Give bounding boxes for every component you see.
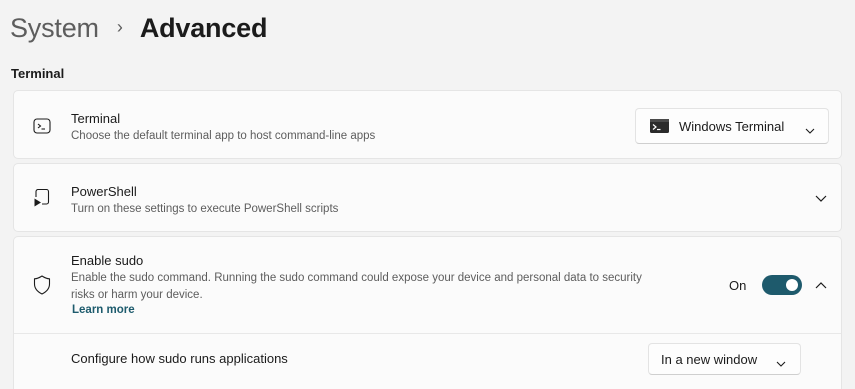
sudo-mode-label: Configure how sudo runs applications (71, 351, 288, 366)
terminal-app-dropdown[interactable]: Windows Terminal (635, 108, 829, 144)
sudo-toggle-label: On (729, 278, 747, 293)
sudo-description-line2: risks or harm your device. (71, 289, 203, 301)
sudo-mode-value: In a new window (661, 352, 758, 367)
breadcrumb-system-link[interactable]: System (10, 13, 99, 44)
learn-more-link[interactable]: Learn more (72, 304, 135, 316)
terminal-icon (31, 115, 53, 137)
windows-terminal-icon (650, 119, 669, 133)
powershell-setting-card[interactable]: PowerShell Turn on these settings to exe… (13, 163, 842, 232)
sudo-mode-dropdown[interactable]: In a new window (648, 343, 801, 375)
sudo-setting-card: Enable sudo Enable the sudo command. Run… (13, 236, 842, 389)
terminal-setting-card: Terminal Choose the default terminal app… (13, 90, 842, 159)
chevron-up-icon[interactable] (808, 272, 834, 298)
breadcrumb: System › Advanced (10, 8, 267, 48)
sudo-description-line1: Enable the sudo command. Running the sud… (71, 272, 642, 284)
chevron-down-icon[interactable] (808, 185, 834, 211)
chevron-down-icon (776, 355, 786, 370)
toggle-knob (786, 279, 798, 291)
powershell-description: Turn on these settings to execute PowerS… (71, 203, 339, 215)
breadcrumb-separator: › (116, 16, 123, 37)
sudo-toggle[interactable] (762, 275, 802, 295)
shield-icon (31, 274, 53, 296)
terminal-description: Choose the default terminal app to host … (71, 130, 376, 142)
section-title-terminal: Terminal (11, 66, 65, 81)
divider (14, 333, 841, 334)
powershell-icon (31, 187, 53, 209)
powershell-title: PowerShell (71, 184, 137, 199)
terminal-dropdown-value: Windows Terminal (679, 119, 785, 134)
terminal-title: Terminal (71, 111, 121, 126)
sudo-title: Enable sudo (71, 253, 144, 268)
page-title: Advanced (139, 12, 268, 43)
chevron-down-icon (805, 122, 815, 137)
